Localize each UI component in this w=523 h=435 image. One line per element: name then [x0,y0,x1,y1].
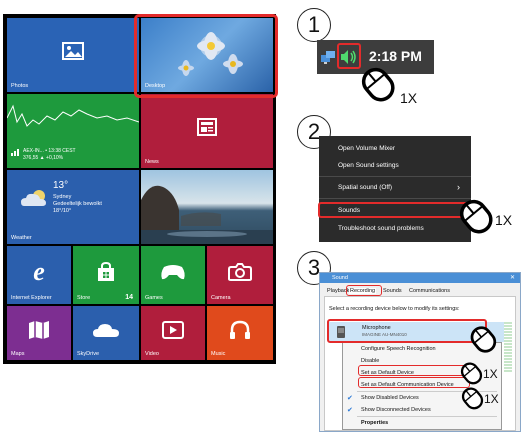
dialog-titlebar: Sound ✕ [320,273,520,283]
menu-divider [357,416,497,417]
tab-communications[interactable]: Communications [409,288,450,294]
menu-disable[interactable]: Disable [361,358,379,364]
checkmark-icon: ✔ [347,407,353,414]
tile-label: Camera [211,295,231,301]
microphone-highlight [327,319,487,343]
dialog-instruction: Select a recording device below to modif… [329,306,460,312]
recording-tab-highlight [346,285,382,296]
network-icon [321,51,335,64]
tile-label: Maps [11,351,25,357]
weather-temp: 13° [53,180,69,191]
tile-weather[interactable]: 13° Sydney Gedeeltelijk bewolkt 18°/10° … [7,170,139,244]
tile-internet-explorer[interactable]: e Internet Explorer [7,246,71,304]
checkmark-icon: ✔ [347,395,353,402]
tile-label: Games [145,295,163,301]
menu-show-disconnected[interactable]: Show Disconnected Devices [361,407,431,413]
tile-video[interactable]: Video [141,306,205,360]
tile-skydrive[interactable]: SkyDrive [73,306,139,360]
dialog-title: Sound [332,275,348,281]
tile-maps[interactable]: Maps [7,306,71,360]
tab-sounds[interactable]: Sounds [383,288,402,294]
mouse-cursor-icon [361,67,395,102]
menu-configure-speech[interactable]: Configure Speech Recognition [361,346,436,352]
music-headphones-icon [230,321,250,340]
news-icon [197,118,217,137]
weather-range: 18°/10° [53,208,72,214]
internet-explorer-icon: e [33,257,45,287]
store-badge-count: 14 [125,294,133,301]
step-1-badge: 1 [297,8,331,42]
click-count-1: 1X [400,90,418,106]
maps-icon [29,321,49,340]
desktop-highlight [134,14,278,98]
level-meter [504,322,512,372]
video-play-icon [162,321,184,340]
finance-line2: 376,55 ▲ +0,10% [23,155,64,161]
weather-desc: Gedeeltelijk bewolkt [53,201,102,207]
weather-city: Sydney [53,194,72,200]
tile-store[interactable]: Store 14 [73,246,139,304]
tile-label: Weather [11,235,32,241]
menu-item-troubleshoot[interactable]: Troubleshoot sound problems [338,225,424,232]
tile-news[interactable]: News [141,94,273,168]
click-count-3: 1X [483,367,498,381]
games-controller-icon [161,265,185,280]
finance-line1: AEX-IN... • 13:38 CEST [23,148,76,154]
menu-item-sound-settings[interactable]: Open Sound settings [338,162,399,169]
skydrive-cloud-icon [93,324,119,338]
set-default-comm-highlight [358,377,470,388]
clock-time[interactable]: 2:18 PM [369,48,422,64]
volume-context-menu: Open Volume Mixer Open Sound settings Sp… [319,136,471,242]
rock-arch-image [141,185,273,244]
weather-cloud-icon [21,190,46,206]
tile-label: SkyDrive [77,351,100,357]
camera-icon [228,263,252,282]
menu-show-disabled[interactable]: Show Disabled Devices [361,395,419,401]
tile-label: Photos [11,83,29,89]
tile-landscape-photo[interactable] [141,170,273,244]
finance-chart [7,104,139,127]
click-count-3b: 1X [484,392,499,406]
tile-finance[interactable]: AEX-IN... • 13:38 CEST 376,55 ▲ +0,10% [7,94,139,168]
mouse-cursor-icon [459,199,493,234]
menu-divider [319,198,471,199]
store-bag-icon [98,262,114,282]
mouse-cursor-icon [470,326,497,353]
menu-item-volume-mixer[interactable]: Open Volume Mixer [338,145,395,152]
close-icon[interactable]: ✕ [510,274,515,281]
sounds-highlight [318,202,468,218]
menu-item-spatial-sound[interactable]: Spatial sound (Off) [338,184,392,191]
tile-label: Video [145,351,159,357]
tile-photos[interactable]: Photos [7,18,139,92]
photos-icon [62,42,84,61]
click-count-2: 1X [495,212,513,228]
tile-music[interactable]: Music [207,306,273,360]
tile-camera[interactable]: Camera [207,246,273,304]
set-default-highlight [358,365,470,376]
menu-properties[interactable]: Properties [361,420,388,426]
submenu-chevron-icon: › [457,182,460,192]
tile-label: Internet Explorer [11,295,52,301]
finance-icon [11,149,19,156]
tile-label: Store [77,295,91,301]
tile-label: Music [211,351,226,357]
tile-games[interactable]: Games [141,246,205,304]
menu-divider [319,176,471,177]
tile-label: News [145,159,159,165]
